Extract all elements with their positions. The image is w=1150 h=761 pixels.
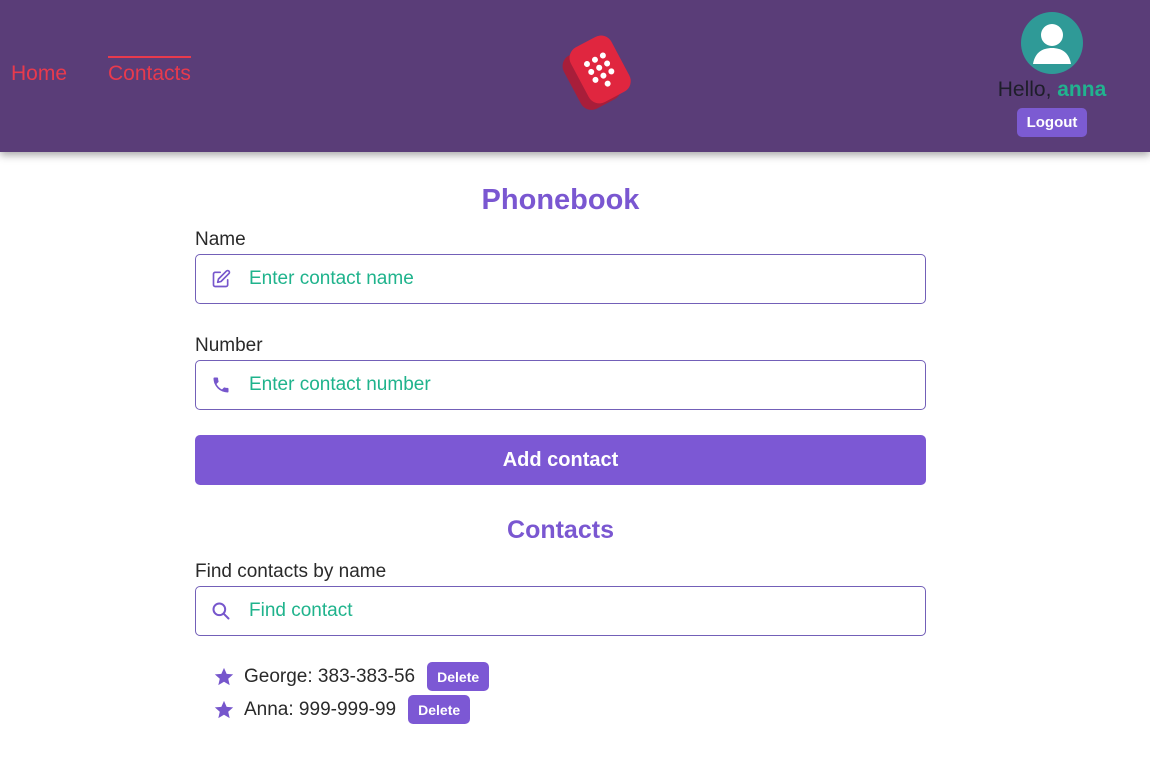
main-content: Phonebook Name Number Add contact Contac… xyxy=(195,152,926,726)
number-input-wrapper xyxy=(195,360,926,410)
number-field-label: Number xyxy=(195,335,263,356)
filter-field-label: Find contacts by name xyxy=(195,561,387,582)
search-icon xyxy=(210,600,232,622)
delete-contact-button[interactable]: Delete xyxy=(427,662,490,691)
filter-input[interactable] xyxy=(247,599,887,623)
add-contact-form: Name Number Add contact xyxy=(195,229,926,485)
name-input-wrapper xyxy=(195,254,926,304)
greeting-prefix: Hello, xyxy=(997,78,1058,101)
name-input[interactable] xyxy=(247,267,887,291)
page-title: Phonebook xyxy=(481,184,640,216)
edit-icon xyxy=(210,268,232,290)
phone-icon xyxy=(210,374,232,396)
contact-list-item: George: 383-383-56 Delete xyxy=(213,660,926,693)
add-contact-button[interactable]: Add contact xyxy=(195,435,926,485)
star-icon xyxy=(213,666,235,688)
contact-entry-text: Anna: 999-999-99 xyxy=(244,698,397,720)
username: anna xyxy=(1057,78,1107,101)
phonebook-logo xyxy=(555,28,641,120)
app-header: Home Contacts Hello, anna Logout xyxy=(0,0,1150,152)
delete-contact-button[interactable]: Delete xyxy=(408,695,471,724)
contacts-section-title: Contacts xyxy=(507,516,614,544)
user-menu: Hello, anna Logout xyxy=(990,12,1114,137)
user-greeting: Hello, anna xyxy=(990,78,1114,102)
contact-entry-text: George: 383-383-56 xyxy=(244,665,416,687)
star-icon xyxy=(213,699,235,721)
nav-contacts-link[interactable]: Contacts xyxy=(108,56,191,86)
contact-list: George: 383-383-56 Delete Anna: 999-999-… xyxy=(195,660,926,726)
user-avatar-icon xyxy=(1021,12,1083,74)
nav-home-link[interactable]: Home xyxy=(11,62,67,86)
logout-button[interactable]: Logout xyxy=(1016,108,1088,137)
filter-input-wrapper xyxy=(195,586,926,636)
number-input[interactable] xyxy=(247,373,887,397)
name-field-label: Name xyxy=(195,229,246,250)
contact-list-item: Anna: 999-999-99 Delete xyxy=(213,693,926,726)
